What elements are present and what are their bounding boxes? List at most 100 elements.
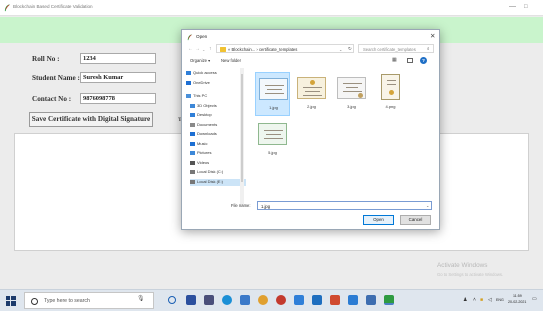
nav-item-onedrive[interactable]: OneDrive	[186, 80, 242, 87]
close-icon[interactable]: ✕	[430, 32, 435, 40]
taskbar-search-box[interactable]: Type here to search	[24, 292, 154, 309]
file-list: 1.jpg 2.jpg 3.jpg 4.png 5.jpg	[247, 68, 437, 192]
nav-item-label: OneDrive	[193, 79, 210, 85]
network-icon[interactable]: ■	[480, 297, 483, 303]
python-app-icon[interactable]	[384, 295, 394, 305]
help-icon[interactable]: ?	[420, 57, 427, 64]
computer-icon	[186, 94, 191, 98]
chevron-down-icon[interactable]: ⌄	[339, 47, 342, 52]
nav-item-local-disk-c[interactable]: Local Disk (C:)	[190, 169, 246, 176]
file-name: 1.jpg	[269, 105, 278, 110]
notifications-icon[interactable]: ▭	[532, 296, 537, 302]
file-item[interactable]: 3.jpg	[334, 72, 369, 116]
mail-icon[interactable]	[204, 295, 214, 305]
edge-browser-icon[interactable]	[222, 295, 232, 305]
nav-item-desktop[interactable]: Desktop	[190, 112, 246, 119]
microphone-icon[interactable]: 🎙	[137, 295, 145, 302]
file-explorer-icon[interactable]	[186, 295, 196, 305]
up-arrow-icon[interactable]: ↑	[209, 46, 212, 52]
nav-item-label: This PC	[193, 93, 208, 98]
word-icon[interactable]	[348, 295, 358, 305]
chevron-up-icon[interactable]: ˄	[473, 297, 476, 303]
task-view-icon[interactable]	[168, 296, 176, 304]
student-name-label: Student Name :	[32, 74, 80, 82]
activation-watermark-subtitle: Go to Settings to activate Windows.	[437, 272, 504, 277]
chevron-down-icon[interactable]: ⌄	[426, 203, 429, 208]
view-options-icon[interactable]: ▦	[392, 57, 397, 63]
taskbar-search-placeholder: Type here to search	[44, 297, 90, 304]
file-name-value: 1.jpg	[261, 203, 271, 209]
pictures-icon	[190, 151, 195, 155]
chrome-browser-icon[interactable]	[258, 295, 268, 305]
cube-icon	[190, 103, 195, 108]
file-name-label: File name:	[231, 203, 251, 208]
certificate-thumbnail	[381, 74, 400, 100]
disk-icon	[190, 179, 195, 184]
command-bar: Organize ▾ New folder ▦ ?	[182, 57, 439, 66]
roll-no-input[interactable]: 1234	[80, 53, 156, 64]
music-icon	[190, 141, 195, 146]
certificate-thumbnail	[258, 123, 287, 145]
nav-item-label: Documents	[197, 121, 218, 127]
app-title: Blockchain Based Certificate Validation	[13, 4, 93, 9]
certificate-thumbnail	[297, 77, 326, 99]
clock-time[interactable]: 11:59	[513, 294, 522, 298]
file-item[interactable]: 2.jpg	[294, 72, 329, 116]
search-icon[interactable]: ⌕	[427, 46, 430, 51]
back-arrow-icon[interactable]: ←	[188, 46, 193, 52]
navigation-scrollbar-thumb[interactable]	[241, 74, 243, 182]
nav-item-local-disk-e[interactable]: Local Disk (E:)	[190, 178, 246, 186]
nav-item-quick-access[interactable]: Quick access	[186, 70, 242, 77]
nav-item-label: Downloads	[197, 131, 217, 136]
cancel-button[interactable]: Cancel	[400, 215, 431, 225]
nav-item-this-pc[interactable]: This PC	[186, 93, 242, 100]
desktop-icon	[190, 113, 195, 117]
navigation-pane: Quick access OneDrive This PC 3D Objects Des…	[182, 68, 246, 206]
editor-app-icon[interactable]	[312, 295, 322, 305]
settings-app-icon[interactable]	[366, 295, 376, 305]
organize-menu[interactable]: Organize ▾	[190, 58, 210, 63]
activation-watermark-title: Activate Windows	[437, 262, 488, 269]
file-item[interactable]: 4.png	[373, 72, 408, 116]
file-item[interactable]: 5.jpg	[255, 118, 290, 162]
windows-start-icon[interactable]	[6, 296, 16, 306]
nav-item-music[interactable]: Music	[190, 141, 246, 148]
search-placeholder: Search certificate_templates	[363, 46, 416, 52]
breadcrumb[interactable]: « Blockchain... › certificate_templates	[228, 47, 297, 52]
student-name-input[interactable]: Suresh Kumar	[80, 72, 156, 83]
documents-icon	[190, 122, 195, 127]
navigation-bar: ← → ⌄ ↑ « Blockchain... › certificate_te…	[182, 44, 439, 55]
address-bar[interactable]: « Blockchain... › certificate_templates …	[216, 44, 354, 53]
forward-arrow-icon[interactable]: →	[195, 46, 200, 52]
people-icon[interactable]: ♟	[463, 297, 467, 303]
powerpoint-icon[interactable]	[330, 295, 340, 305]
search-input[interactable]: Search certificate_templates ⌕	[358, 44, 434, 53]
contact-no-input[interactable]: 9876098778	[80, 93, 156, 104]
volume-icon[interactable]: ◁	[488, 297, 492, 303]
app-titlebar: Blockchain Based Certificate Validation …	[0, 0, 543, 16]
file-name-input[interactable]: 1.jpg ⌄	[257, 201, 432, 210]
download-icon	[190, 132, 195, 136]
maximize-button[interactable]: □	[524, 3, 528, 11]
refresh-icon[interactable]: ↻	[348, 46, 352, 52]
recent-locations-chevron-icon[interactable]: ⌄	[202, 47, 205, 52]
preview-pane-icon[interactable]	[407, 58, 413, 63]
nav-item-label: Desktop	[197, 112, 212, 117]
media-player-icon[interactable]	[240, 295, 250, 305]
nav-item-label: Local Disk (C:)	[197, 169, 224, 174]
opera-browser-icon[interactable]	[276, 295, 286, 305]
language-indicator[interactable]: ENG	[496, 298, 504, 302]
nav-item-pictures[interactable]: Pictures	[190, 150, 246, 157]
save-certificate-button[interactable]: Save Certificate with Digital Signature	[29, 112, 153, 127]
new-folder-button[interactable]: New folder	[221, 58, 241, 63]
nav-item-label: 3D Objects	[197, 102, 217, 108]
nav-item-videos[interactable]: Videos	[190, 160, 246, 167]
file-item[interactable]: 1.jpg	[255, 72, 290, 116]
clock-date[interactable]: 20-02-2021	[508, 300, 526, 304]
nav-item-documents[interactable]: Documents	[190, 122, 246, 129]
minimize-button[interactable]: —	[509, 3, 516, 11]
open-button[interactable]: Open	[363, 215, 394, 225]
nav-item-3d-objects[interactable]: 3D Objects	[190, 103, 246, 110]
calendar-icon[interactable]	[294, 295, 304, 305]
nav-item-downloads[interactable]: Downloads	[190, 131, 246, 138]
